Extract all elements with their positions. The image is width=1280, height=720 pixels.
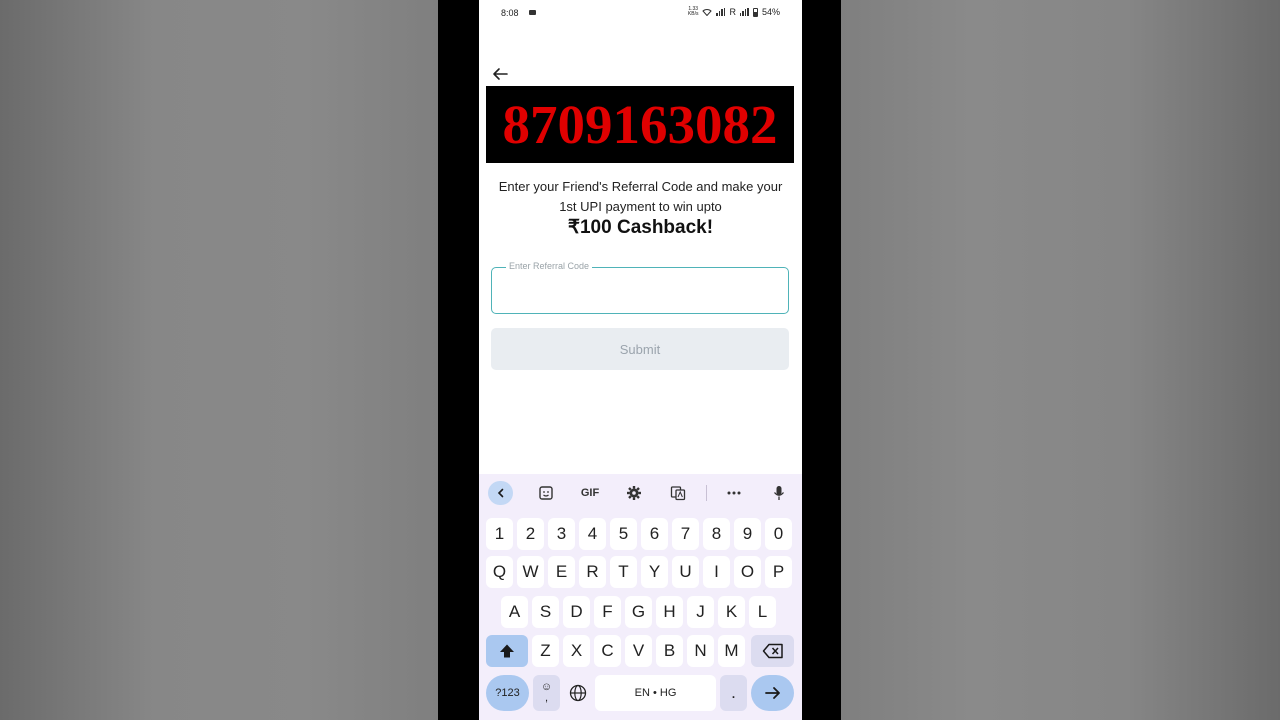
key-y[interactable]: Y [641,556,668,588]
bottom-row: ?123 ☺ , EN • HG . [479,675,802,711]
arrow-right-icon [764,687,780,699]
sticker-button[interactable] [535,481,557,505]
letter-row-1: Q W E R T Y U I O P [479,556,802,588]
key-8[interactable]: 8 [703,518,730,550]
gear-icon [627,486,641,500]
status-bar: 8:08 1.33 KB/s R 54% [479,0,802,26]
key-0[interactable]: 0 [765,518,792,550]
toolbar-divider [706,485,707,501]
globe-icon [569,684,586,702]
key-n[interactable]: N [687,635,714,667]
shift-icon [500,644,514,658]
gif-button[interactable]: GIF [577,481,603,505]
more-horizontal-icon [727,491,741,495]
status-indicators: 1.33 KB/s R 54% [688,7,780,18]
key-v[interactable]: V [625,635,652,667]
key-s[interactable]: S [532,596,559,628]
phone-number-banner: 8709163082 [486,86,794,163]
voice-input-button[interactable] [768,481,790,505]
cashback-heading: ₹100 Cashback! [567,217,714,238]
symbols-key[interactable]: ?123 [486,675,529,711]
more-options-button[interactable] [723,481,745,505]
referral-code-field: Enter Referral Code [491,261,789,314]
key-1[interactable]: 1 [486,518,513,550]
translate-icon [670,486,686,501]
signal-icon-2 [739,8,749,16]
referral-code-input[interactable] [492,268,788,313]
backspace-key[interactable] [751,635,794,667]
key-w[interactable]: W [517,556,544,588]
key-j[interactable]: J [687,596,714,628]
key-l[interactable]: L [749,596,776,628]
key-z[interactable]: Z [532,635,559,667]
key-e[interactable]: E [548,556,575,588]
key-k[interactable]: K [718,596,745,628]
back-arrow-icon[interactable] [491,66,509,82]
key-7[interactable]: 7 [672,518,699,550]
background-left [0,0,438,720]
comma-label: , [544,692,549,704]
key-g[interactable]: G [625,596,652,628]
key-4[interactable]: 4 [579,518,606,550]
key-u[interactable]: U [672,556,699,588]
microphone-icon [773,486,785,500]
enter-key[interactable] [751,675,794,711]
key-t[interactable]: T [610,556,637,588]
description-line-1: Enter your Friend's Referral Code and ma… [498,179,783,194]
language-key[interactable] [564,675,591,711]
settings-button[interactable] [623,481,645,505]
key-c[interactable]: C [594,635,621,667]
phone-screen: 8:08 1.33 KB/s R 54% 8709163082 Enter you… [479,0,802,720]
submit-button[interactable]: Submit [491,328,789,370]
keyboard-toolbar: GIF [479,474,802,512]
emoji-comma-key[interactable]: ☺ , [533,675,560,711]
battery-icon [752,7,758,17]
key-5[interactable]: 5 [610,518,637,550]
key-a[interactable]: A [501,596,528,628]
key-q[interactable]: Q [486,556,513,588]
referral-code-label: Enter Referral Code [506,261,593,271]
key-b[interactable]: B [656,635,683,667]
roaming-indicator: R [729,7,736,17]
key-x[interactable]: X [563,635,590,667]
key-p[interactable]: P [765,556,792,588]
wifi-icon [702,9,713,16]
referral-description: Enter your Friend's Referral Code and ma… [479,177,802,217]
soft-keyboard: GIF 1 2 3 4 5 6 7 8 9 0 Q W E R T Y U I … [479,474,802,720]
letter-row-3: Z X C V B N M [479,635,802,667]
description-line-2: 1st UPI payment to win upto [559,199,722,214]
collapse-toolbar-button[interactable] [488,481,513,505]
status-time: 8:08 [501,8,519,18]
background-right [841,0,1280,720]
network-speed: 1.33 KB/s [688,7,699,17]
phone-number-text: 8709163082 [502,94,778,155]
key-3[interactable]: 3 [548,518,575,550]
key-2[interactable]: 2 [517,518,544,550]
key-r[interactable]: R [579,556,606,588]
key-f[interactable]: F [594,596,621,628]
key-9[interactable]: 9 [734,518,761,550]
space-key[interactable]: EN • HG [595,675,716,711]
key-o[interactable]: O [734,556,761,588]
translate-button[interactable] [667,481,689,505]
key-m[interactable]: M [718,635,745,667]
chevron-left-icon [497,488,503,498]
key-i[interactable]: I [703,556,730,588]
number-row: 1 2 3 4 5 6 7 8 9 0 [479,518,802,550]
key-d[interactable]: D [563,596,590,628]
signal-icon [716,8,726,16]
video-camera-icon [529,10,536,15]
letter-row-2: A S D F G H J K L [479,596,802,628]
battery-percent: 54% [761,7,780,17]
key-h[interactable]: H [656,596,683,628]
shift-key[interactable] [486,635,528,667]
key-6[interactable]: 6 [641,518,668,550]
network-speed-unit: KB/s [687,11,699,17]
backspace-icon [762,643,783,659]
sticker-icon [539,486,553,500]
period-key[interactable]: . [720,675,747,711]
